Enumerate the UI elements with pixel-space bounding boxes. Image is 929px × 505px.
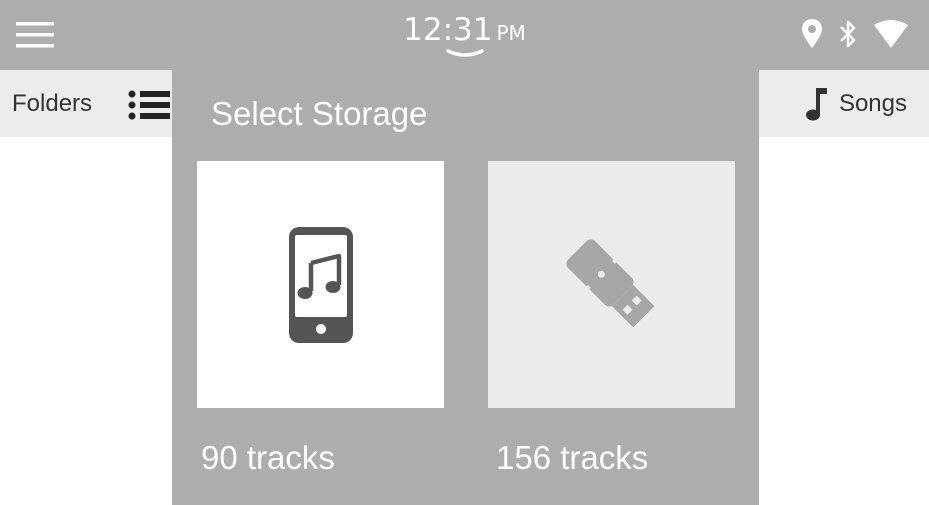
- storage-modal: Select Storage 90 tracks 156 tracks: [172, 70, 759, 505]
- usb-storage-option[interactable]: [488, 161, 735, 408]
- clock-ampm: PM: [496, 21, 526, 45]
- songs-button[interactable]: Songs: [803, 70, 907, 137]
- phone-track-count: 90 tracks: [201, 439, 335, 476]
- usb-track-count: 156 tracks: [496, 439, 649, 476]
- clock-time: 12:31: [403, 12, 493, 48]
- clock[interactable]: 12:31 PM: [0, 10, 929, 53]
- songs-label: Songs: [838, 89, 907, 117]
- location-icon: [802, 19, 822, 48]
- status-icons: [801, 14, 909, 54]
- music-note-icon: [805, 87, 827, 120]
- list-icon[interactable]: [128, 90, 170, 120]
- usb-drive-icon: [565, 238, 654, 327]
- status-bar: 12:31 PM: [0, 0, 929, 70]
- modal-title: Select Storage: [211, 95, 428, 132]
- phone-music-icon: [288, 226, 353, 343]
- folders-tab[interactable]: Folders: [12, 70, 92, 137]
- phone-storage-option[interactable]: [197, 161, 444, 408]
- chevron-down-icon[interactable]: [446, 49, 484, 59]
- wifi-icon: [874, 20, 908, 48]
- bluetooth-icon: [840, 20, 856, 48]
